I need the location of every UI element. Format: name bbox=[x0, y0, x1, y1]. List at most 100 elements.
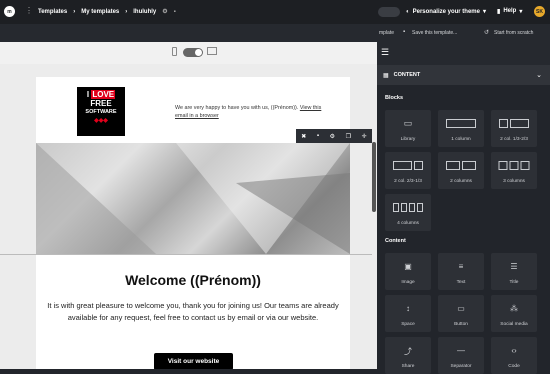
content-image[interactable]: ▣ Image bbox=[385, 253, 431, 290]
content-share[interactable]: ⤴ Share bbox=[385, 337, 431, 374]
save-icon[interactable]: ▪ bbox=[317, 133, 319, 139]
help-button[interactable]: ▮ Help ▾ bbox=[497, 8, 522, 15]
content-label: Social media bbox=[500, 322, 528, 327]
content-space[interactable]: ↕ Space bbox=[385, 295, 431, 332]
app-logo-text: m bbox=[7, 8, 12, 15]
share-icon: ⤴ bbox=[404, 347, 412, 356]
save-template-button[interactable]: Save this template... bbox=[412, 30, 457, 36]
two-column-icon bbox=[393, 161, 423, 172]
chevron-right-icon: › bbox=[125, 8, 128, 15]
gear-icon[interactable]: ⚙ bbox=[330, 133, 335, 140]
block-label: 2 columns bbox=[450, 179, 472, 184]
content-label: Code bbox=[508, 364, 520, 369]
social-media-icon: ⁂ bbox=[510, 304, 518, 313]
block-2col-2-3-1-3[interactable]: 2 col. 2/3-1/3 bbox=[385, 152, 431, 189]
content-label: Text bbox=[456, 280, 466, 285]
breadcrumb: Templates › My templates › lhuluhly ⚙ ▪ bbox=[38, 8, 176, 16]
mobile-icon[interactable] bbox=[172, 47, 177, 56]
email-title: Welcome ((Prénom)) bbox=[125, 272, 261, 288]
app-logo[interactable]: m bbox=[4, 6, 15, 17]
block-label: 4 columns bbox=[397, 221, 419, 226]
kebab-menu-icon[interactable]: ⋮ bbox=[25, 6, 33, 16]
space-icon: ↕ bbox=[406, 304, 410, 313]
content-panel: ☰ ▦ CONTENT ⌄ Blocks ▭ Library 1 column 2… bbox=[377, 42, 550, 374]
view-toggle[interactable] bbox=[183, 48, 203, 57]
move-icon[interactable]: ✛ bbox=[362, 133, 367, 140]
email-logo: I LOVE FREE SOFTWARE ◆◆◆ bbox=[77, 87, 125, 136]
chevron-down-icon: ▾ bbox=[482, 9, 486, 15]
content-section-header[interactable]: ▦ CONTENT ⌄ bbox=[377, 65, 550, 85]
desktop-icon[interactable] bbox=[207, 47, 217, 55]
logo-line: FREE bbox=[90, 99, 112, 108]
breadcrumb-templates[interactable]: Templates bbox=[38, 9, 67, 15]
button-icon: ▭ bbox=[457, 304, 465, 313]
personalize-label: Personalize your theme bbox=[412, 8, 480, 15]
chevron-right-icon: › bbox=[73, 8, 76, 15]
close-icon[interactable]: ✖ bbox=[301, 133, 306, 140]
chevron-down-icon: ▾ bbox=[519, 9, 523, 15]
block-2col-1-3-2-3[interactable]: 2 col. 1/3-2/3 bbox=[491, 110, 537, 147]
four-column-icon bbox=[393, 203, 423, 214]
duplicate-icon[interactable]: ❐ bbox=[346, 133, 351, 140]
content-social-media[interactable]: ⁂ Social media bbox=[491, 295, 537, 332]
template-name-truncated: mplate bbox=[379, 30, 395, 36]
layout-icon[interactable]: ☰ bbox=[381, 47, 389, 58]
block-3-columns[interactable]: 3 columns bbox=[491, 152, 537, 189]
content-label: Image bbox=[401, 280, 415, 285]
content-button[interactable]: ▭ Button bbox=[438, 295, 484, 332]
hero-image[interactable] bbox=[36, 143, 350, 254]
content-label: Space bbox=[401, 322, 415, 327]
block-label: Library bbox=[400, 137, 416, 142]
block-label: 3 columns bbox=[503, 179, 525, 184]
block-label: 2 col. 1/3-2/3 bbox=[500, 137, 528, 142]
breadcrumb-my-templates[interactable]: My templates bbox=[81, 9, 119, 15]
panel-tabs: ☰ bbox=[377, 42, 550, 65]
block-label: 2 col. 2/3-1/3 bbox=[394, 179, 422, 184]
logo-line: I bbox=[86, 90, 90, 99]
text-icon: ≡ bbox=[458, 262, 464, 271]
content-text[interactable]: ≡ Text bbox=[438, 253, 484, 290]
content-label: Separator bbox=[450, 364, 472, 369]
help-label: Help bbox=[503, 8, 517, 14]
block-1-column[interactable]: 1 column bbox=[438, 110, 484, 147]
avatar[interactable]: SK bbox=[534, 6, 545, 17]
block-library[interactable]: ▭ Library bbox=[385, 110, 431, 147]
block-4-columns[interactable]: 4 columns bbox=[385, 194, 431, 231]
breadcrumb-current: lhuluhly bbox=[133, 8, 157, 15]
email-canvas[interactable]: I LOVE FREE SOFTWARE ◆◆◆ We are very hap… bbox=[0, 42, 377, 369]
view-in-browser-link-2[interactable]: email in a browser bbox=[175, 113, 219, 119]
content-label: Share bbox=[401, 364, 415, 369]
logo-line: SOFTWARE bbox=[85, 109, 117, 115]
restart-icon: ↺ bbox=[484, 30, 490, 36]
content-header-label: CONTENT bbox=[393, 72, 421, 78]
book-icon: ▮ bbox=[497, 9, 501, 15]
view-in-browser-link[interactable]: View this bbox=[300, 105, 321, 111]
hero-geometric-pattern bbox=[36, 143, 350, 254]
save-icon: ▪ bbox=[403, 29, 406, 35]
separator-icon: — bbox=[457, 346, 465, 355]
logo-symbols: ◆◆◆ bbox=[94, 118, 108, 124]
three-column-icon bbox=[498, 161, 530, 172]
gear-icon[interactable]: ⚙ bbox=[162, 8, 167, 15]
logo-line-love: LOVE bbox=[91, 90, 116, 99]
code-icon: ‹› bbox=[511, 346, 517, 355]
avatar-initials: SK bbox=[536, 8, 543, 15]
two-column-icon bbox=[446, 161, 476, 172]
preheader-text: We are very happy to have you with us, (… bbox=[175, 104, 345, 120]
title-icon: ☰ bbox=[510, 262, 518, 271]
save-icon[interactable]: ▪ bbox=[174, 9, 176, 15]
content-title[interactable]: ☰ Title bbox=[491, 253, 537, 290]
block-2-columns[interactable]: 2 columns bbox=[438, 152, 484, 189]
personalize-theme-button[interactable]: ◐ Personalize your theme ▾ bbox=[406, 8, 486, 16]
content-code[interactable]: ‹› Code bbox=[491, 337, 537, 374]
contrast-icon: ◐ bbox=[406, 8, 410, 15]
chevron-down-icon[interactable]: ⌄ bbox=[536, 71, 542, 79]
content-label: Button bbox=[454, 322, 468, 327]
scrollbar[interactable] bbox=[372, 142, 376, 212]
theme-toggle[interactable] bbox=[378, 7, 400, 17]
one-column-icon bbox=[446, 119, 476, 130]
content-separator[interactable]: — Separator bbox=[438, 337, 484, 374]
start-from-scratch-button[interactable]: Start from scratch bbox=[494, 30, 533, 36]
visit-website-button[interactable]: Visit our website bbox=[154, 353, 233, 369]
top-bar: m ⋮ Templates › My templates › lhuluhly … bbox=[0, 0, 550, 24]
